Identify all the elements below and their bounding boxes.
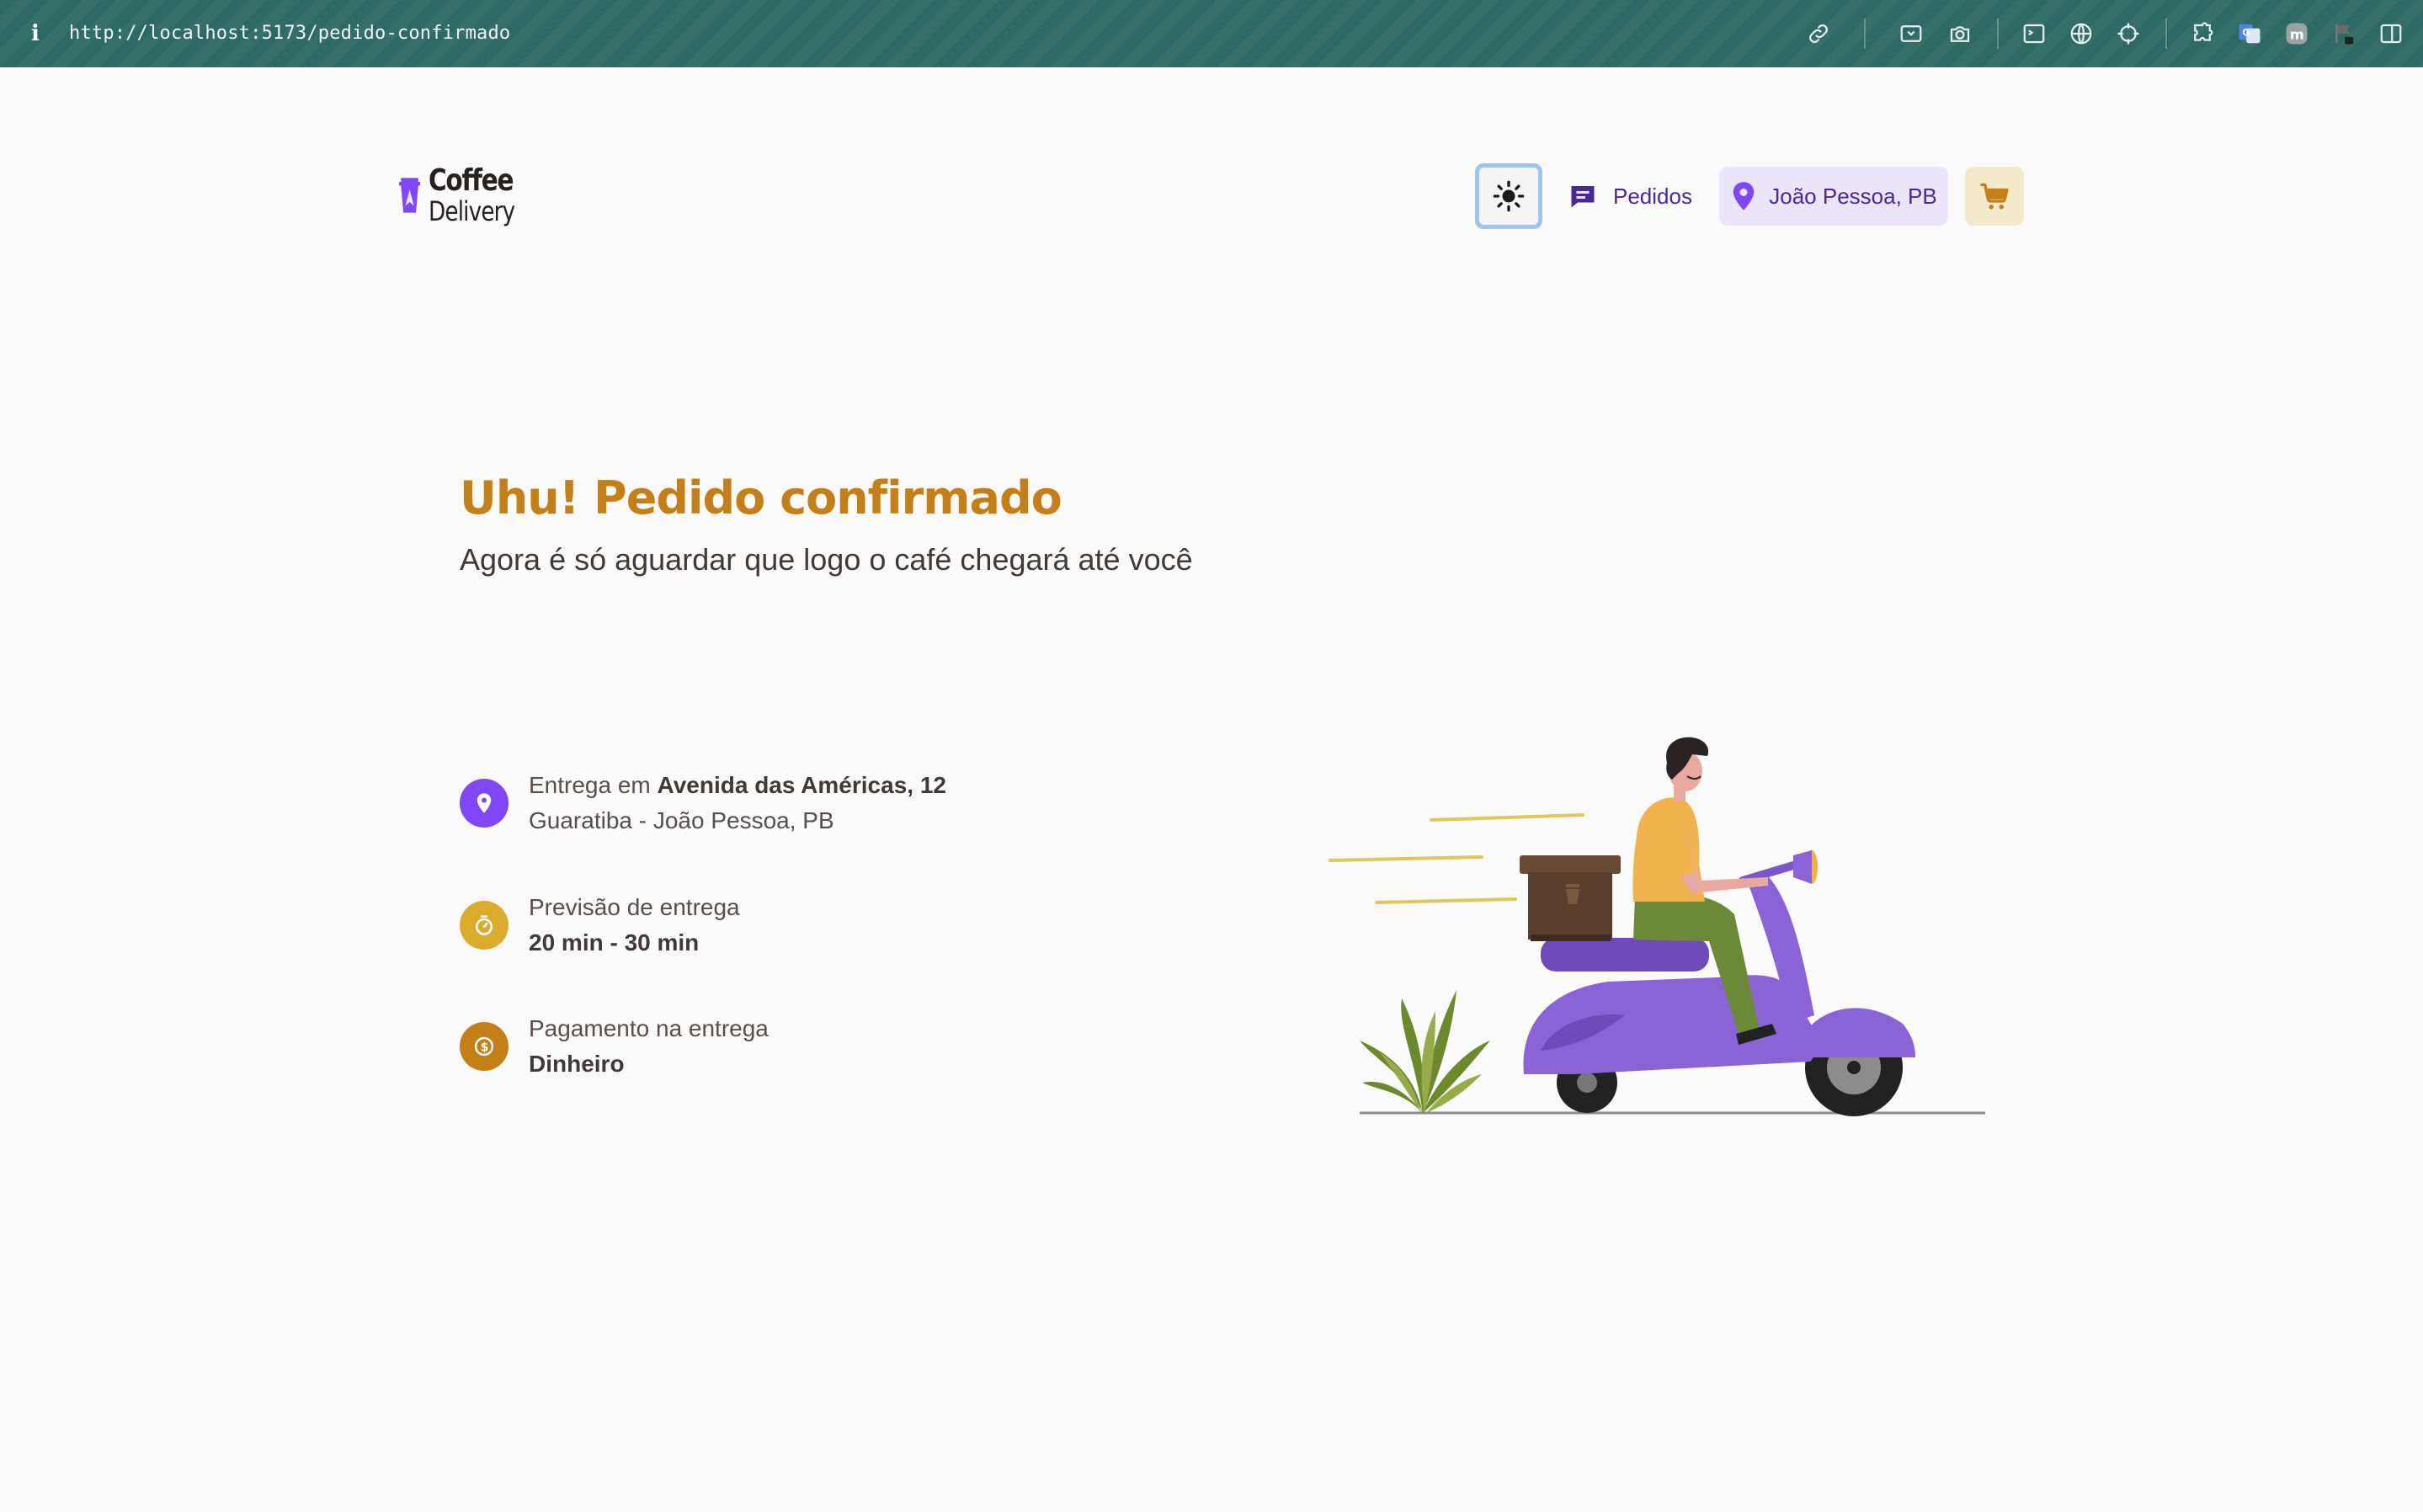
sun-icon (1493, 180, 1525, 212)
svg-text:$: $ (481, 1041, 489, 1054)
screenshot-icon[interactable] (1896, 19, 1926, 49)
page-title: Uhu! Pedido confirmado (460, 471, 1062, 524)
map-pin-icon (460, 779, 509, 828)
extensions-icon[interactable] (2187, 19, 2218, 49)
svg-text:m: m (2290, 26, 2304, 42)
payment-label: Pagamento na entrega (529, 1015, 769, 1041)
message-list-icon (1571, 186, 1595, 208)
translate-icon[interactable]: G (2234, 19, 2265, 49)
location-button[interactable]: João Pessoa, PB (1719, 167, 1948, 226)
sidebar-icon[interactable] (2376, 19, 2406, 49)
flag-extension-icon[interactable] (2329, 19, 2359, 49)
logo-line-2: Delivery (429, 195, 515, 227)
logo-wordmark: Coffee Delivery (429, 163, 534, 227)
address-city: Guaratiba - João Pessoa, PB (529, 807, 834, 833)
toolbar-divider (2165, 19, 2167, 49)
terminal-icon[interactable] (2019, 19, 2049, 49)
timer-icon (460, 901, 509, 950)
toolbar-divider (1997, 19, 1999, 49)
coffee-cup-logo-icon (399, 178, 421, 213)
coffee-delivery-logo[interactable]: Coffee Delivery (399, 163, 534, 227)
delivery-scooter-illustration (1329, 737, 1985, 1116)
address-bar[interactable]: http://localhost:5173/pedido-confirmado (69, 20, 510, 47)
payment-item: $ Pagamento na entrega Dinheiro (460, 1004, 769, 1089)
address-street: Avenida das Américas, 12 (657, 772, 946, 798)
forecast-value: 20 min - 30 min (529, 929, 700, 956)
cart-button[interactable] (1965, 167, 2024, 226)
address-prefix: Entrega em (529, 772, 658, 798)
cart-icon (1980, 183, 2009, 210)
info-icon[interactable]: i (29, 20, 42, 47)
browser-toolbar: i http://localhost:5173/pedido-confirmad… (0, 0, 2423, 67)
globe-icon[interactable] (2066, 19, 2096, 49)
delivery-address-text: Entrega em Avenida das Américas, 12 Guar… (529, 768, 946, 839)
link-icon[interactable] (1803, 19, 1834, 49)
camera-icon[interactable] (1945, 19, 1975, 49)
orders-link[interactable]: Pedidos (1568, 177, 1692, 216)
delivery-forecast-text: Previsão de entrega 20 min - 30 min (529, 890, 740, 961)
theme-toggle-button[interactable] (1475, 163, 1542, 229)
delivery-forecast-item: Previsão de entrega 20 min - 30 min (460, 883, 740, 967)
location-label: João Pessoa, PB (1769, 183, 1937, 209)
delivery-address-item: Entrega em Avenida das Américas, 12 Guar… (460, 761, 946, 845)
logo-line-1: Coffee (429, 163, 514, 198)
payment-value: Dinheiro (529, 1051, 625, 1077)
map-pin-icon (1733, 182, 1755, 210)
svg-text:G: G (2242, 28, 2250, 39)
payment-text: Pagamento na entrega Dinheiro (529, 1011, 769, 1082)
dollar-icon: $ (460, 1022, 509, 1071)
crosshair-icon[interactable] (2113, 19, 2143, 49)
toolbar-divider (1864, 19, 1866, 49)
orders-label: Pedidos (1613, 183, 1692, 209)
page-subtitle: Agora é só aguardar que logo o café cheg… (460, 542, 1193, 577)
forecast-label: Previsão de entrega (529, 894, 740, 920)
m-extension-icon[interactable]: m (2282, 19, 2312, 49)
